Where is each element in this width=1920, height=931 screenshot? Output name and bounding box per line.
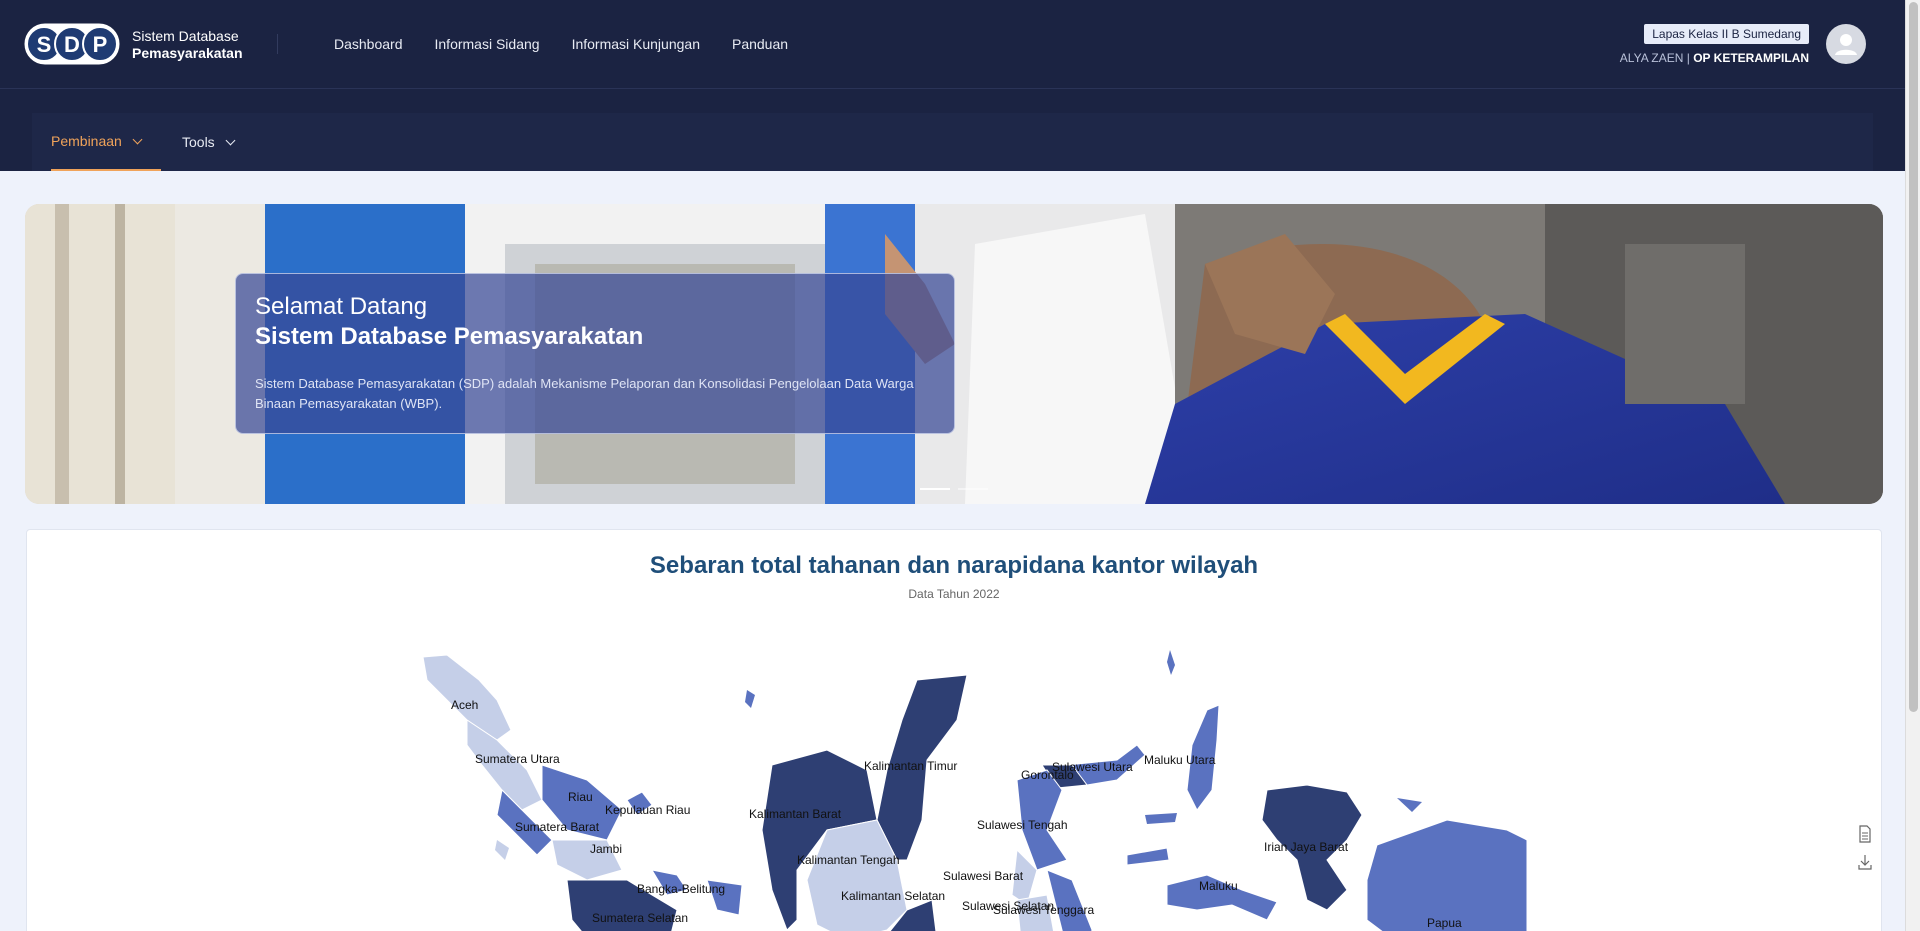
user-separator: | — [1686, 51, 1690, 65]
menu-pembinaan-label: Pembinaan — [51, 133, 122, 149]
region-papua[interactable] — [1366, 819, 1528, 931]
svg-text:S: S — [37, 32, 52, 57]
welcome-title: Sistem Database Pemasyarakatan — [255, 323, 644, 350]
region-island-1 — [1145, 813, 1177, 824]
nav-informasi-kunjungan[interactable]: Informasi Kunjungan — [572, 36, 700, 52]
document-icon[interactable] — [1857, 825, 1873, 843]
sdp-logo[interactable]: S D P — [24, 23, 120, 65]
region-island-4 — [1397, 798, 1422, 812]
office-badge: Lapas Kelas II B Sumedang — [1644, 24, 1809, 44]
nav-informasi-sidang[interactable]: Informasi Sidang — [435, 36, 540, 52]
indonesia-map: Aceh Sumatera Utara Riau Kepulauan Riau … — [422, 650, 1528, 931]
label-kepulauan-riau: Kepulauan Riau — [605, 803, 690, 817]
user-info: ALYA ZAEN | OP KETERAMPILAN — [1620, 51, 1809, 65]
region-island-5 — [495, 840, 509, 860]
user-role: OP KETERAMPILAN — [1693, 51, 1809, 65]
label-bangka-belitung: Bangka-Belitung — [637, 882, 725, 896]
label-kalimantan-selatan: Kalimantan Selatan — [841, 889, 945, 903]
top-navbar: S D P Sistem Database Pemasyarakatan Das… — [0, 0, 1905, 89]
scrollbar-thumb[interactable] — [1909, 2, 1918, 712]
label-aceh: Aceh — [451, 698, 478, 712]
label-kalimantan-timur: Kalimantan Timur — [864, 759, 957, 773]
menu-pembinaan[interactable]: Pembinaan — [51, 113, 161, 171]
carousel-dot-2[interactable] — [958, 488, 988, 490]
menu-tools[interactable]: Tools — [182, 113, 236, 171]
region-island-2 — [745, 690, 755, 708]
label-riau: Riau — [568, 790, 593, 804]
map-card: Sebaran total tahanan dan narapidana kan… — [26, 529, 1882, 931]
label-gorontalo: Gorontalo — [1021, 768, 1074, 782]
label-jambi: Jambi — [590, 842, 622, 856]
label-sumatera-utara: Sumatera Utara — [475, 752, 560, 766]
label-kalimantan-barat: Kalimantan Barat — [749, 807, 842, 821]
label-sulawesi-tengah: Sulawesi Tengah — [977, 818, 1068, 832]
user-name: ALYA ZAEN — [1619, 51, 1684, 65]
svg-text:P: P — [93, 32, 108, 57]
label-sulawesi-barat: Sulawesi Barat — [943, 869, 1024, 883]
divider — [277, 34, 278, 54]
page-scrollbar[interactable] — [1905, 0, 1920, 931]
avatar[interactable] — [1826, 24, 1866, 64]
label-papua: Papua — [1427, 916, 1462, 930]
welcome-box: Selamat Datang Sistem Database Pemasyara… — [235, 273, 955, 434]
label-kalimantan-tengah: Kalimantan Tengah — [797, 853, 900, 867]
welcome-description: Sistem Database Pemasyarakatan (SDP) ada… — [255, 376, 914, 411]
brand-line1: Sistem Database — [132, 28, 239, 44]
region-maluku-small[interactable] — [1126, 847, 1170, 866]
welcome-greeting: Selamat Datang — [255, 293, 428, 320]
label-sulawesi-tenggara: Sulawesi Tenggara — [993, 903, 1095, 917]
region-island-3 — [1167, 650, 1175, 675]
chevron-down-icon — [225, 135, 236, 145]
nav-dashboard[interactable]: Dashboard — [334, 36, 403, 52]
carousel-dot-1[interactable] — [920, 488, 950, 490]
label-irian-jaya-barat: Irian Jaya Barat — [1264, 840, 1349, 854]
download-icon[interactable] — [1857, 853, 1873, 871]
brand-line2: Pemasyarakatan — [132, 45, 243, 61]
sub-menu: Pembinaan Tools — [0, 89, 1905, 171]
svg-text:D: D — [64, 32, 80, 57]
label-sumatera-barat: Sumatera Barat — [515, 820, 600, 834]
chevron-down-icon — [132, 134, 143, 144]
menu-tools-label: Tools — [182, 134, 215, 150]
label-maluku-utara: Maluku Utara — [1144, 753, 1216, 767]
label-sumatera-selatan: Sumatera Selatan — [592, 911, 688, 925]
nav-panduan[interactable]: Panduan — [732, 36, 788, 52]
brand-name: Sistem Database Pemasyarakatan — [132, 28, 243, 62]
hero-carousel: Selamat Datang Sistem Database Pemasyara… — [25, 204, 1883, 504]
main-nav: Dashboard Informasi Sidang Informasi Kun… — [334, 36, 788, 52]
label-maluku: Maluku — [1199, 879, 1238, 893]
carousel-indicators — [920, 488, 988, 490]
user-icon — [1835, 34, 1857, 55]
